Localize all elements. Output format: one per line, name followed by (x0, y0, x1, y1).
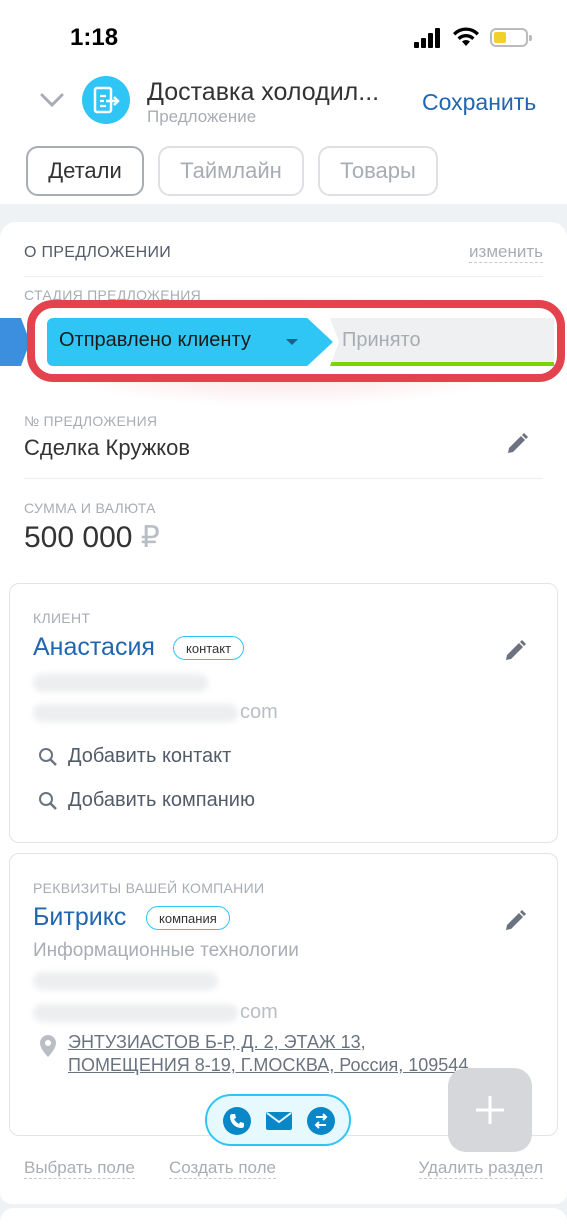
contact-badge: контакт (173, 636, 245, 660)
edit-section-link[interactable]: изменить (469, 242, 543, 263)
status-time: 1:18 (70, 24, 119, 51)
client-email-suffix: com (240, 701, 278, 723)
divider (24, 478, 543, 479)
amount-label: СУММА И ВАЛЮТА (24, 500, 156, 516)
amount-number: 500 000 (24, 521, 133, 554)
status-bar: 1:18 (0, 0, 567, 72)
client-name[interactable]: Анастасия (33, 633, 155, 662)
delete-section-link[interactable]: Удалить раздел (418, 1158, 543, 1179)
next-card-edge (0, 1208, 567, 1227)
tab-details[interactable]: Детали (26, 146, 144, 196)
client-block: КЛИЕНТ Анастасия контакт com Добавить ко… (9, 583, 558, 843)
chevron-down-icon[interactable] (38, 86, 66, 114)
page-title: Доставка холодил... (147, 78, 380, 106)
company-email-suffix: com (240, 1001, 278, 1023)
stage-current-label: Отправлено клиенту (59, 329, 251, 351)
signal-icon (414, 28, 442, 48)
stage-next-label: Принято (342, 329, 421, 351)
create-field-link[interactable]: Создать поле (169, 1158, 276, 1179)
number-value: Сделка Кружков (24, 435, 191, 460)
choose-field-link[interactable]: Выбрать поле (24, 1158, 135, 1179)
document-exit-icon (82, 76, 130, 124)
section-title: О ПРЕДЛОЖЕНИИ (24, 244, 172, 261)
battery-icon (490, 28, 532, 47)
save-button[interactable]: Сохранить (422, 89, 536, 116)
details-card: О ПРЕДЛОЖЕНИИ изменить СТАДИЯ ПРЕДЛОЖЕНИ… (0, 222, 567, 1204)
search-icon (39, 747, 57, 766)
add-button[interactable] (448, 1068, 532, 1152)
location-pin-icon (40, 1035, 56, 1057)
mail-icon[interactable] (265, 1107, 293, 1135)
client-email-redacted (33, 704, 238, 722)
add-contact-button[interactable]: Добавить контакт (38, 745, 231, 768)
header: Доставка холодил... Предложение Сохранит… (0, 72, 567, 204)
pencil-icon[interactable] (503, 639, 527, 663)
number-label: № ПРЕДЛОЖЕНИЯ (24, 413, 158, 429)
company-industry: Информационные технологии (33, 940, 299, 961)
pencil-icon[interactable] (505, 432, 529, 456)
client-phone-redacted (33, 674, 208, 692)
wifi-icon (453, 27, 479, 46)
caret-down-icon (286, 339, 298, 345)
company-badge: компания (146, 906, 230, 930)
currency-symbol: ₽ (140, 521, 160, 554)
add-company-label: Добавить компанию (68, 789, 255, 811)
amount-value: 500 000 ₽ (24, 520, 160, 555)
transfer-icon[interactable] (307, 1107, 335, 1135)
communication-bar (205, 1094, 351, 1146)
company-name[interactable]: Битрикс (33, 903, 126, 932)
tab-products[interactable]: Товары (318, 146, 438, 196)
company-email-redacted (33, 1004, 238, 1022)
company-label: РЕКВИЗИТЫ ВАШЕЙ КОМПАНИИ (33, 880, 265, 896)
pencil-icon[interactable] (503, 909, 527, 933)
add-company-button[interactable]: Добавить компанию (38, 789, 255, 812)
divider (24, 276, 543, 277)
add-contact-label: Добавить контакт (68, 745, 232, 767)
phone-icon[interactable] (223, 1107, 251, 1135)
page: 1:18 Доставка холодил... Предложение Сох… (0, 0, 567, 1227)
company-address[interactable]: ЭНТУЗИАСТОВ Б-Р, Д. 2, ЭТАЖ 13, ПОМЕЩЕНИ… (68, 1031, 488, 1077)
search-icon (39, 791, 57, 810)
tab-timeline[interactable]: Таймлайн (158, 146, 304, 196)
company-phone-redacted (33, 972, 218, 990)
client-label: КЛИЕНТ (33, 610, 91, 626)
plus-icon (476, 1096, 504, 1124)
page-subtitle: Предложение (147, 107, 257, 126)
